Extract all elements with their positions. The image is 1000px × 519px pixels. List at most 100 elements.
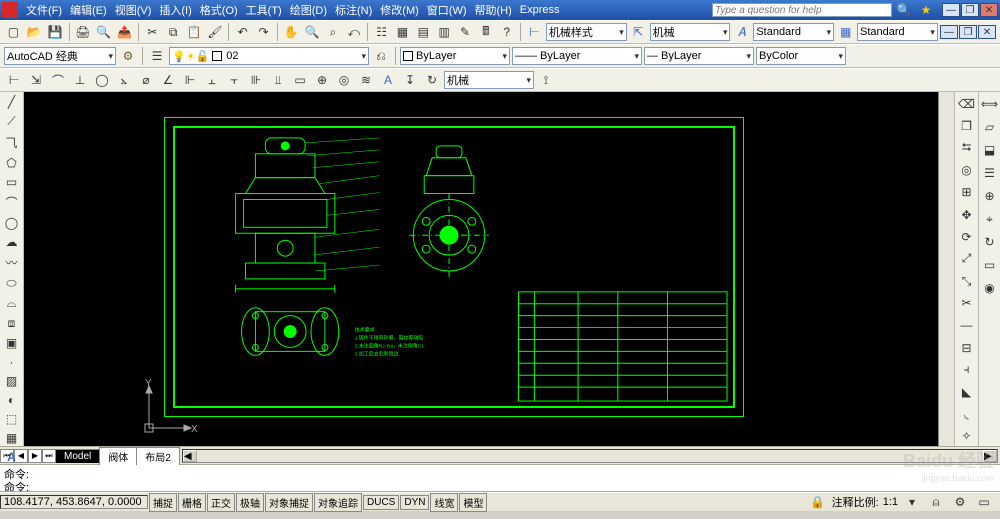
- annotation-vis-icon[interactable]: ⍝: [926, 492, 946, 512]
- copy2-icon[interactable]: ❐: [957, 116, 977, 135]
- move-icon[interactable]: ✥: [957, 205, 977, 224]
- dimaligned-icon[interactable]: ⇲: [26, 70, 46, 90]
- extend-icon[interactable]: —: [957, 316, 977, 335]
- array-icon[interactable]: ⊞: [957, 183, 977, 202]
- menu-dim[interactable]: 标注(N): [331, 2, 376, 18]
- join-icon[interactable]: ⫞: [957, 360, 977, 379]
- dim-linear-icon[interactable]: ⊢: [525, 22, 544, 42]
- dimstyle1-combo[interactable]: 机械样式▾: [546, 23, 627, 41]
- scale-icon[interactable]: ⤢: [957, 249, 977, 268]
- help-icon[interactable]: ?: [497, 22, 516, 42]
- dimradius-icon[interactable]: ◯: [92, 70, 112, 90]
- lwt-toggle[interactable]: 线宽: [430, 493, 458, 512]
- ucs-icon-btn[interactable]: ⌖: [980, 209, 1000, 229]
- cut-icon[interactable]: ✂: [143, 22, 162, 42]
- explode-icon[interactable]: ✧: [957, 427, 977, 446]
- layer-combo[interactable]: 💡 ☀ 🔓 02▾: [169, 47, 369, 65]
- vertical-scrollbar[interactable]: [938, 92, 954, 446]
- workspace-combo[interactable]: AutoCAD 经典▾: [4, 47, 116, 65]
- centermark-icon[interactable]: ⊕: [312, 70, 332, 90]
- trim-icon[interactable]: ✂: [957, 294, 977, 313]
- zoom-prev-icon[interactable]: ⤺: [344, 22, 363, 42]
- dimdiameter-icon[interactable]: ⌀: [136, 70, 156, 90]
- snap-toggle[interactable]: 捕捉: [149, 493, 177, 512]
- tab-last-icon[interactable]: ⏭: [42, 449, 56, 463]
- textstyle-combo[interactable]: Standard▾: [753, 23, 834, 41]
- annotation-auto-icon[interactable]: ⚙: [950, 492, 970, 512]
- open-icon[interactable]: 📂: [25, 22, 44, 42]
- dimjogged-icon[interactable]: ⦛: [114, 70, 134, 90]
- dimlinear-icon[interactable]: ⊢: [4, 70, 24, 90]
- gradient-icon[interactable]: ◐: [2, 392, 22, 408]
- new-icon[interactable]: ▢: [4, 22, 23, 42]
- pline-icon[interactable]: ⺄: [2, 133, 22, 152]
- dimstyle-current-combo[interactable]: 机械▾: [444, 71, 534, 89]
- tab-next-icon[interactable]: ▶: [28, 449, 42, 463]
- dimtedit-icon[interactable]: ↧: [400, 70, 420, 90]
- model-toggle[interactable]: 模型: [459, 493, 487, 512]
- grid-toggle[interactable]: 栅格: [178, 493, 206, 512]
- mirror-icon[interactable]: ⮀: [957, 138, 977, 157]
- line-icon[interactable]: ╱: [2, 94, 22, 110]
- command-window[interactable]: 命令: 命令:: [0, 464, 1000, 492]
- tab-layout2[interactable]: 布局2: [136, 447, 180, 465]
- insert-icon[interactable]: ⧈: [2, 315, 22, 332]
- annoscale-value[interactable]: 1:1: [883, 496, 898, 508]
- menu-help[interactable]: 帮助(H): [471, 2, 516, 18]
- dimjogline-icon[interactable]: ≋: [356, 70, 376, 90]
- designcenter-icon[interactable]: ▦: [393, 22, 412, 42]
- refresh-icon[interactable]: ↻: [980, 232, 1000, 252]
- help-search-input[interactable]: [712, 3, 892, 17]
- redo-icon[interactable]: ↷: [254, 22, 273, 42]
- ellipse-icon[interactable]: ⬭: [2, 275, 22, 292]
- drawing-canvas[interactable]: 技术要求: 1.铸件不得有砂眼、裂纹等缺陷 2.未注圆角R2-R4，未注倒角C1…: [24, 92, 938, 446]
- qdim-icon[interactable]: ⊩: [180, 70, 200, 90]
- block-icon[interactable]: ▣: [2, 335, 22, 351]
- menu-tools[interactable]: 工具(T): [242, 2, 286, 18]
- dyn-toggle[interactable]: DYN: [400, 495, 429, 510]
- infocenter-search-icon[interactable]: 🔍: [894, 0, 914, 20]
- workspace-save-icon[interactable]: ⚙: [118, 46, 138, 66]
- minimize-button[interactable]: —: [942, 3, 960, 17]
- menu-modify[interactable]: 修改(M): [376, 2, 423, 18]
- linetype-combo[interactable]: ——ByLayer▾: [512, 47, 642, 65]
- cleanscreen-icon[interactable]: ▭: [974, 492, 994, 512]
- undo-icon[interactable]: ↶: [233, 22, 252, 42]
- xline-icon[interactable]: ⟋: [2, 113, 22, 130]
- chamfer-icon[interactable]: ◣: [957, 382, 977, 401]
- osnap-toggle[interactable]: 对象捕捉: [265, 493, 313, 512]
- ellipsearc-icon[interactable]: ⌓: [2, 295, 22, 312]
- tab-model[interactable]: Model: [55, 449, 100, 463]
- calc-icon[interactable]: 🖩: [476, 22, 495, 42]
- menu-file[interactable]: 文件(F): [22, 2, 66, 18]
- mdi-max-icon[interactable]: ❐: [959, 25, 977, 39]
- tablestyle-combo[interactable]: Standard▾: [857, 23, 938, 41]
- layer-prev-icon[interactable]: ⎌: [371, 46, 391, 66]
- stretch-icon[interactable]: ⤡: [957, 272, 977, 291]
- arc-icon[interactable]: ⌒: [2, 193, 22, 212]
- zoom-rt-icon[interactable]: 🔍: [303, 22, 322, 42]
- revcloud-icon[interactable]: ☁: [2, 234, 22, 250]
- polar-toggle[interactable]: 极轴: [236, 493, 264, 512]
- erase-icon[interactable]: ⌫: [957, 94, 977, 113]
- point-icon[interactable]: ·: [2, 354, 22, 370]
- table-icon[interactable]: ▦: [2, 430, 22, 446]
- menu-window[interactable]: 窗口(W): [423, 2, 471, 18]
- dimspace-icon[interactable]: ⊪: [246, 70, 266, 90]
- sheetset-icon[interactable]: ▥: [435, 22, 454, 42]
- markup-icon[interactable]: ✎: [456, 22, 475, 42]
- tablestyle-icon[interactable]: ▦: [836, 22, 855, 42]
- copy-icon[interactable]: ⧉: [164, 22, 183, 42]
- dimstyle2-combo[interactable]: 机械▾: [650, 23, 731, 41]
- tab-layout1[interactable]: 阀体: [99, 447, 137, 465]
- 3dorbit-icon[interactable]: ◉: [980, 278, 1000, 298]
- preview-icon[interactable]: 🔍: [94, 22, 113, 42]
- dimcontinue-icon[interactable]: ⫟: [224, 70, 244, 90]
- menu-view[interactable]: 视图(V): [111, 2, 156, 18]
- zoom-win-icon[interactable]: ⌕: [324, 22, 343, 42]
- region-icon[interactable]: ⬚: [2, 411, 22, 427]
- dimedit-icon[interactable]: A: [378, 70, 398, 90]
- toolpalettes-icon[interactable]: ▤: [414, 22, 433, 42]
- dimstyle-dlg-icon[interactable]: ⟟: [536, 70, 556, 90]
- plotstyle-combo[interactable]: ByColor▾: [756, 47, 846, 65]
